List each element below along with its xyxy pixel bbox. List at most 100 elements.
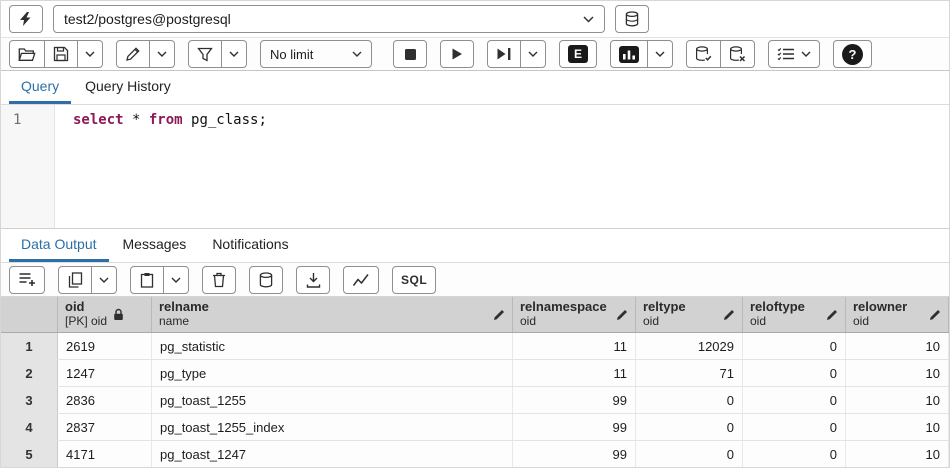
delete-group (202, 266, 236, 294)
cell-relname[interactable]: pg_toast_1255 (152, 387, 513, 413)
paste-options-dropdown[interactable] (163, 266, 189, 294)
cell-reloftype[interactable]: 0 (743, 333, 846, 359)
connection-status-button[interactable] (9, 5, 43, 33)
connection-selector[interactable]: test2/postgres@postgresql (53, 5, 605, 33)
cell-oid[interactable]: 2836 (58, 387, 152, 413)
cell-oid[interactable]: 4171 (58, 441, 152, 467)
column-header-oid[interactable]: oid [PK] oid (58, 297, 152, 332)
edit-pencil-icon[interactable] (616, 309, 628, 321)
cell-reloftype[interactable]: 0 (743, 360, 846, 386)
execute-script-button[interactable] (487, 40, 521, 68)
explain-button[interactable]: E (559, 40, 597, 68)
table-row[interactable]: 3 2836 pg_toast_1255 99 0 0 10 (1, 387, 949, 414)
execute-options-dropdown[interactable] (520, 40, 546, 68)
column-header-reloftype[interactable]: reloftype oid (743, 297, 846, 332)
filter-options-dropdown[interactable] (221, 40, 247, 68)
delete-row-button[interactable] (202, 266, 236, 294)
file-button-group (9, 40, 103, 68)
row-limit-select[interactable]: No limit (260, 40, 372, 68)
cell-reltype[interactable]: 0 (636, 414, 743, 440)
show-sql-button[interactable]: SQL (392, 266, 436, 294)
explain-options-dropdown[interactable] (647, 40, 673, 68)
execute-button[interactable] (440, 40, 474, 68)
line-number: 1 (13, 112, 21, 128)
tab-data-output[interactable]: Data Output (9, 229, 109, 262)
cell-relnamespace[interactable]: 99 (513, 414, 636, 440)
open-file-button[interactable] (9, 40, 45, 68)
row-number[interactable]: 2 (1, 360, 58, 386)
row-limit-value: No limit (270, 47, 313, 62)
paste-button[interactable] (130, 266, 164, 294)
cell-relowner[interactable]: 10 (846, 414, 949, 440)
filter-button-group (188, 40, 247, 68)
cell-reltype[interactable]: 0 (636, 387, 743, 413)
column-header-reltype[interactable]: reltype oid (636, 297, 743, 332)
edit-pencil-icon[interactable] (826, 309, 838, 321)
cell-relowner[interactable]: 10 (846, 387, 949, 413)
column-header-relowner[interactable]: relowner oid (846, 297, 949, 332)
cell-relnamespace[interactable]: 11 (513, 333, 636, 359)
sql-keyword: select (73, 112, 124, 128)
row-number[interactable]: 5 (1, 441, 58, 467)
copy-button[interactable] (58, 266, 92, 294)
tab-query-history[interactable]: Query History (73, 71, 183, 104)
column-header-relname[interactable]: relname name (152, 297, 513, 332)
edit-pencil-icon[interactable] (929, 309, 941, 321)
row-number[interactable]: 1 (1, 333, 58, 359)
commit-button[interactable] (686, 40, 721, 68)
new-query-tool-button[interactable] (615, 5, 649, 33)
cell-reloftype[interactable]: 0 (743, 414, 846, 440)
cell-relnamespace[interactable]: 11 (513, 360, 636, 386)
grid-header-row: oid [PK] oid relname name relnamespace (1, 297, 949, 333)
save-options-dropdown[interactable] (77, 40, 103, 68)
tab-query[interactable]: Query (9, 71, 71, 104)
save-results-to-file-button[interactable] (296, 266, 330, 294)
sql-editor[interactable]: 1 select * from pg_class; (1, 105, 949, 229)
table-row[interactable]: 2 1247 pg_type 11 71 0 10 (1, 360, 949, 387)
tab-notifications[interactable]: Notifications (200, 229, 300, 262)
explain-analyze-button[interactable] (610, 40, 648, 68)
filter-button[interactable] (188, 40, 222, 68)
macros-button[interactable] (768, 40, 820, 68)
cell-relowner[interactable]: 10 (846, 441, 949, 467)
cell-relname[interactable]: pg_toast_1247 (152, 441, 513, 467)
add-row-button[interactable] (9, 266, 45, 294)
row-number[interactable]: 3 (1, 387, 58, 413)
edit-pencil-icon[interactable] (493, 309, 505, 321)
code-line[interactable]: select * from pg_class; (55, 105, 267, 228)
edit-menu-dropdown[interactable] (149, 40, 175, 68)
cell-relname[interactable]: pg_statistic (152, 333, 513, 359)
help-button[interactable]: ? (833, 40, 872, 68)
cell-oid[interactable]: 2837 (58, 414, 152, 440)
cell-relowner[interactable]: 10 (846, 360, 949, 386)
cell-relnamespace[interactable]: 99 (513, 441, 636, 467)
cancel-query-button[interactable] (393, 40, 427, 68)
table-row[interactable]: 5 4171 pg_toast_1247 99 0 0 10 (1, 441, 949, 468)
cell-reltype[interactable]: 12029 (636, 333, 743, 359)
grid-corner-cell[interactable] (1, 297, 58, 332)
cell-reltype[interactable]: 71 (636, 360, 743, 386)
column-header-relnamespace[interactable]: relnamespace oid (513, 297, 636, 332)
cell-relnamespace[interactable]: 99 (513, 387, 636, 413)
save-data-changes-button[interactable] (249, 266, 283, 294)
chevron-down-icon (157, 51, 167, 57)
cell-reloftype[interactable]: 0 (743, 441, 846, 467)
save-file-button[interactable] (44, 40, 78, 68)
copy-options-dropdown[interactable] (91, 266, 117, 294)
cell-oid[interactable]: 2619 (58, 333, 152, 359)
cell-reloftype[interactable]: 0 (743, 387, 846, 413)
cell-relname[interactable]: pg_type (152, 360, 513, 386)
row-number[interactable]: 4 (1, 414, 58, 440)
table-row[interactable]: 1 2619 pg_statistic 11 12029 0 10 (1, 333, 949, 360)
rollback-button[interactable] (720, 40, 755, 68)
cell-relname[interactable]: pg_toast_1255_index (152, 414, 513, 440)
graph-visualiser-button[interactable] (343, 266, 379, 294)
tab-messages[interactable]: Messages (111, 229, 199, 262)
cell-oid[interactable]: 1247 (58, 360, 152, 386)
edit-menu-button[interactable] (116, 40, 150, 68)
cell-relowner[interactable]: 10 (846, 333, 949, 359)
edit-pencil-icon[interactable] (723, 309, 735, 321)
table-row[interactable]: 4 2837 pg_toast_1255_index 99 0 0 10 (1, 414, 949, 441)
cell-reltype[interactable]: 0 (636, 441, 743, 467)
filter-icon (197, 47, 213, 62)
